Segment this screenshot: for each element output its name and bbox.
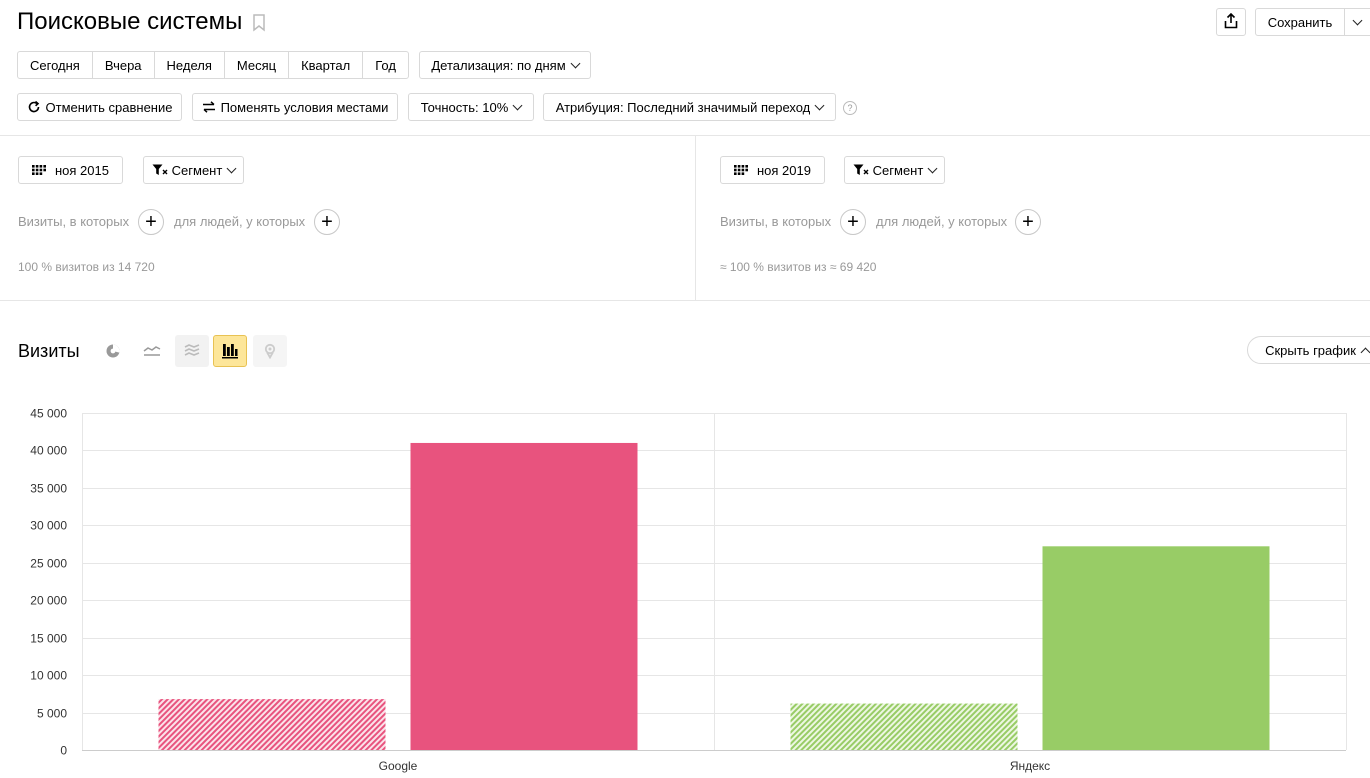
yandex-bar-period2[interactable] [1042,546,1270,750]
help-icon-glyph: ? [847,103,853,113]
y-tick-label: 10 000 [30,669,67,683]
map-pin-icon [263,343,277,359]
calendar-icon [32,165,46,175]
bar-chart-view-button[interactable] [213,335,247,367]
chevron-down-icon [570,58,581,68]
detail-dropdown-label: Детализация: по дням [431,57,566,73]
save-button[interactable]: Сохранить [1255,8,1345,36]
x-tick-label: Google [379,759,418,773]
cancel-compare-button[interactable]: Отменить сравнение [17,93,182,121]
swap-icon [202,101,216,113]
share-icon [1224,12,1238,32]
people-condition-label: для людей, у которых [876,214,1008,229]
pie-chart-icon [105,343,121,359]
visits-bar-chart: 0 5 000 10 000 15 000 20 000 25 000 30 000 35 0… [30,407,1347,773]
visits-condition-label: Визиты, в которых [720,214,832,229]
period-selector: Сегодня Вчера Неделя Месяц Квартал Год [17,51,409,79]
save-button-label: Сохранить [1267,14,1333,30]
precision-label: Точность: 10% [420,99,509,115]
y-tick-label: 35 000 [30,482,67,496]
export-button[interactable] [1216,8,1246,36]
calendar-icon [734,165,748,175]
attribution-dropdown[interactable]: Атрибуция: Последний значимый переход [543,93,836,121]
map-view-button[interactable] [253,335,287,367]
area-chart-icon [184,344,200,358]
period-week[interactable]: Неделя [153,51,225,79]
date-picker-right-label: ноя 2019 [757,162,811,178]
add-visit-condition-button[interactable]: + [138,209,164,235]
x-axis: Google Яндекс [379,759,1051,773]
line-chart-icon [143,345,161,357]
y-tick-label: 25 000 [30,557,67,571]
chevron-down-icon [814,100,825,110]
chevron-down-icon [927,163,938,173]
period-yesterday[interactable]: Вчера [91,51,155,79]
segment-dropdown-right[interactable]: Сегмент [844,156,945,184]
x-tick-label: Яндекс [1010,759,1050,773]
attribution-label: Атрибуция: Последний значимый переход [555,99,811,115]
google-bar-period2[interactable] [410,442,638,750]
date-picker-left-label: ноя 2015 [55,162,109,178]
help-icon[interactable]: ? [843,101,857,115]
hide-chart-label: Скрыть график [1265,342,1356,358]
bookmark-icon[interactable] [252,14,266,35]
chevron-down-icon [226,163,237,173]
period-today[interactable]: Сегодня [17,51,93,79]
filter-icon [853,164,869,176]
swap-conditions-button[interactable]: Поменять условия местами [192,93,398,121]
yandex-bar-period1[interactable] [790,703,1018,750]
add-visit-condition-button[interactable]: + [840,209,866,235]
y-tick-label: 45 000 [30,407,67,421]
area-chart-view-button[interactable] [175,335,209,367]
date-picker-left[interactable]: ноя 2015 [18,156,123,184]
add-people-condition-button[interactable]: + [1015,209,1041,235]
page-title: Поисковые системы [17,8,243,35]
hide-chart-button[interactable]: Скрыть график [1247,336,1370,364]
segment-right-label: Сегмент [872,162,924,178]
precision-dropdown[interactable]: Точность: 10% [408,93,534,121]
y-tick-label: 30 000 [30,519,67,533]
date-picker-right[interactable]: ноя 2019 [720,156,825,184]
visits-condition-label: Визиты, в которых [18,214,130,229]
people-condition-label: для людей, у которых [174,214,306,229]
filter-icon [152,164,168,176]
segments-divider [695,136,696,300]
segment-summary: ≈ 100 % визитов из ≈ 69 420 [720,260,877,274]
period-year[interactable]: Год [362,51,409,79]
period-month[interactable]: Месяц [223,51,290,79]
refresh-icon [27,100,41,114]
segment-dropdown-left[interactable]: Сегмент [143,156,244,184]
detail-dropdown[interactable]: Детализация: по дням [419,51,591,79]
save-options-dropdown[interactable] [1344,8,1370,36]
pie-chart-view-button[interactable] [96,335,130,367]
chevron-up-icon [1360,347,1370,357]
chart-title: Визиты [18,341,80,361]
add-people-condition-button[interactable]: + [314,209,340,235]
period-quarter[interactable]: Квартал [288,51,364,79]
cancel-compare-label: Отменить сравнение [45,99,173,115]
divider [0,135,1370,136]
y-tick-label: 20 000 [30,594,67,608]
segment-left-label: Сегмент [171,162,223,178]
segment-summary: 100 % визитов из 14 720 [18,260,155,274]
chevron-down-icon [512,100,523,110]
line-chart-view-button[interactable] [135,335,169,367]
y-tick-label: 40 000 [30,444,67,458]
y-tick-label: 15 000 [30,632,67,646]
bar-chart-icon [222,343,238,359]
y-tick-label: 0 [60,744,67,758]
swap-conditions-label: Поменять условия местами [220,99,389,115]
y-tick-label: 5 000 [37,707,67,721]
chevron-down-icon [1352,15,1362,25]
y-axis: 0 5 000 10 000 15 000 20 000 25 000 30 000 35 0… [30,407,67,758]
divider [0,300,1370,301]
google-bar-period1[interactable] [158,699,386,750]
